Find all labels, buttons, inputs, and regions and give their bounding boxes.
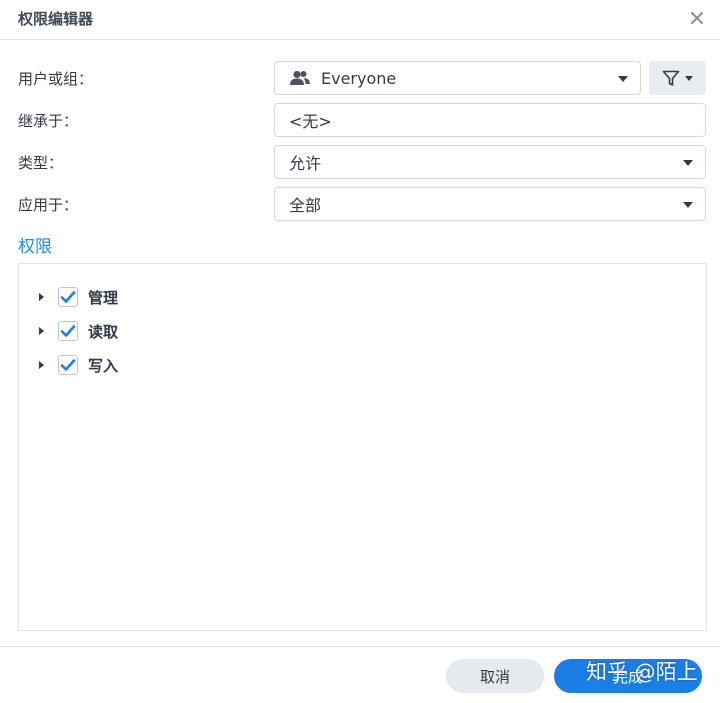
expand-arrow-icon[interactable]: [39, 327, 44, 335]
expand-arrow-icon[interactable]: [39, 361, 44, 369]
chevron-down-icon: [683, 160, 693, 166]
inherit-value: <无>: [289, 112, 332, 131]
watermark: 知乎 @陌上: [586, 660, 698, 684]
cancel-button[interactable]: 取消: [446, 659, 544, 693]
user-group-label: 用户或组：: [18, 70, 94, 88]
type-select[interactable]: 允许: [274, 145, 706, 179]
dialog-titlebar: 权限编辑器: [0, 0, 720, 40]
type-value: 允许: [289, 154, 322, 173]
permissions-heading: 权限: [18, 237, 52, 257]
chevron-down-icon: [685, 75, 693, 81]
check-icon: [60, 325, 76, 337]
filter-icon: [662, 70, 680, 86]
read-checkbox[interactable]: [58, 321, 78, 341]
check-icon: [60, 359, 76, 371]
tree-item-label: 读取: [88, 322, 119, 341]
users-icon: [290, 70, 310, 85]
footer-divider: [0, 646, 720, 647]
apply-to-select[interactable]: 全部: [274, 187, 706, 221]
user-group-select[interactable]: Everyone: [274, 61, 641, 95]
manage-checkbox[interactable]: [58, 287, 78, 307]
expand-arrow-icon[interactable]: [39, 293, 44, 301]
tree-item-label: 管理: [88, 288, 119, 307]
filter-button[interactable]: [649, 61, 706, 95]
close-icon: [690, 11, 704, 25]
apply-to-value: 全部: [289, 196, 322, 215]
tree-item-write: 写入: [37, 353, 118, 377]
permissions-tree: 管理 读取 写入: [18, 263, 707, 631]
tree-item-label: 写入: [88, 356, 119, 375]
apply-to-label: 应用于：: [18, 196, 79, 214]
tree-item-read: 读取: [37, 319, 118, 343]
inherit-label: 继承于：: [18, 112, 79, 130]
chevron-down-icon: [618, 76, 628, 82]
check-icon: [60, 291, 76, 303]
close-button[interactable]: [684, 5, 710, 31]
dialog-title: 权限编辑器: [18, 10, 94, 28]
chevron-down-icon: [683, 202, 693, 208]
user-group-value: Everyone: [321, 68, 397, 88]
write-checkbox[interactable]: [58, 355, 78, 375]
inherit-field: <无>: [274, 103, 706, 137]
tree-item-manage: 管理: [37, 285, 118, 309]
type-label: 类型：: [18, 154, 64, 172]
